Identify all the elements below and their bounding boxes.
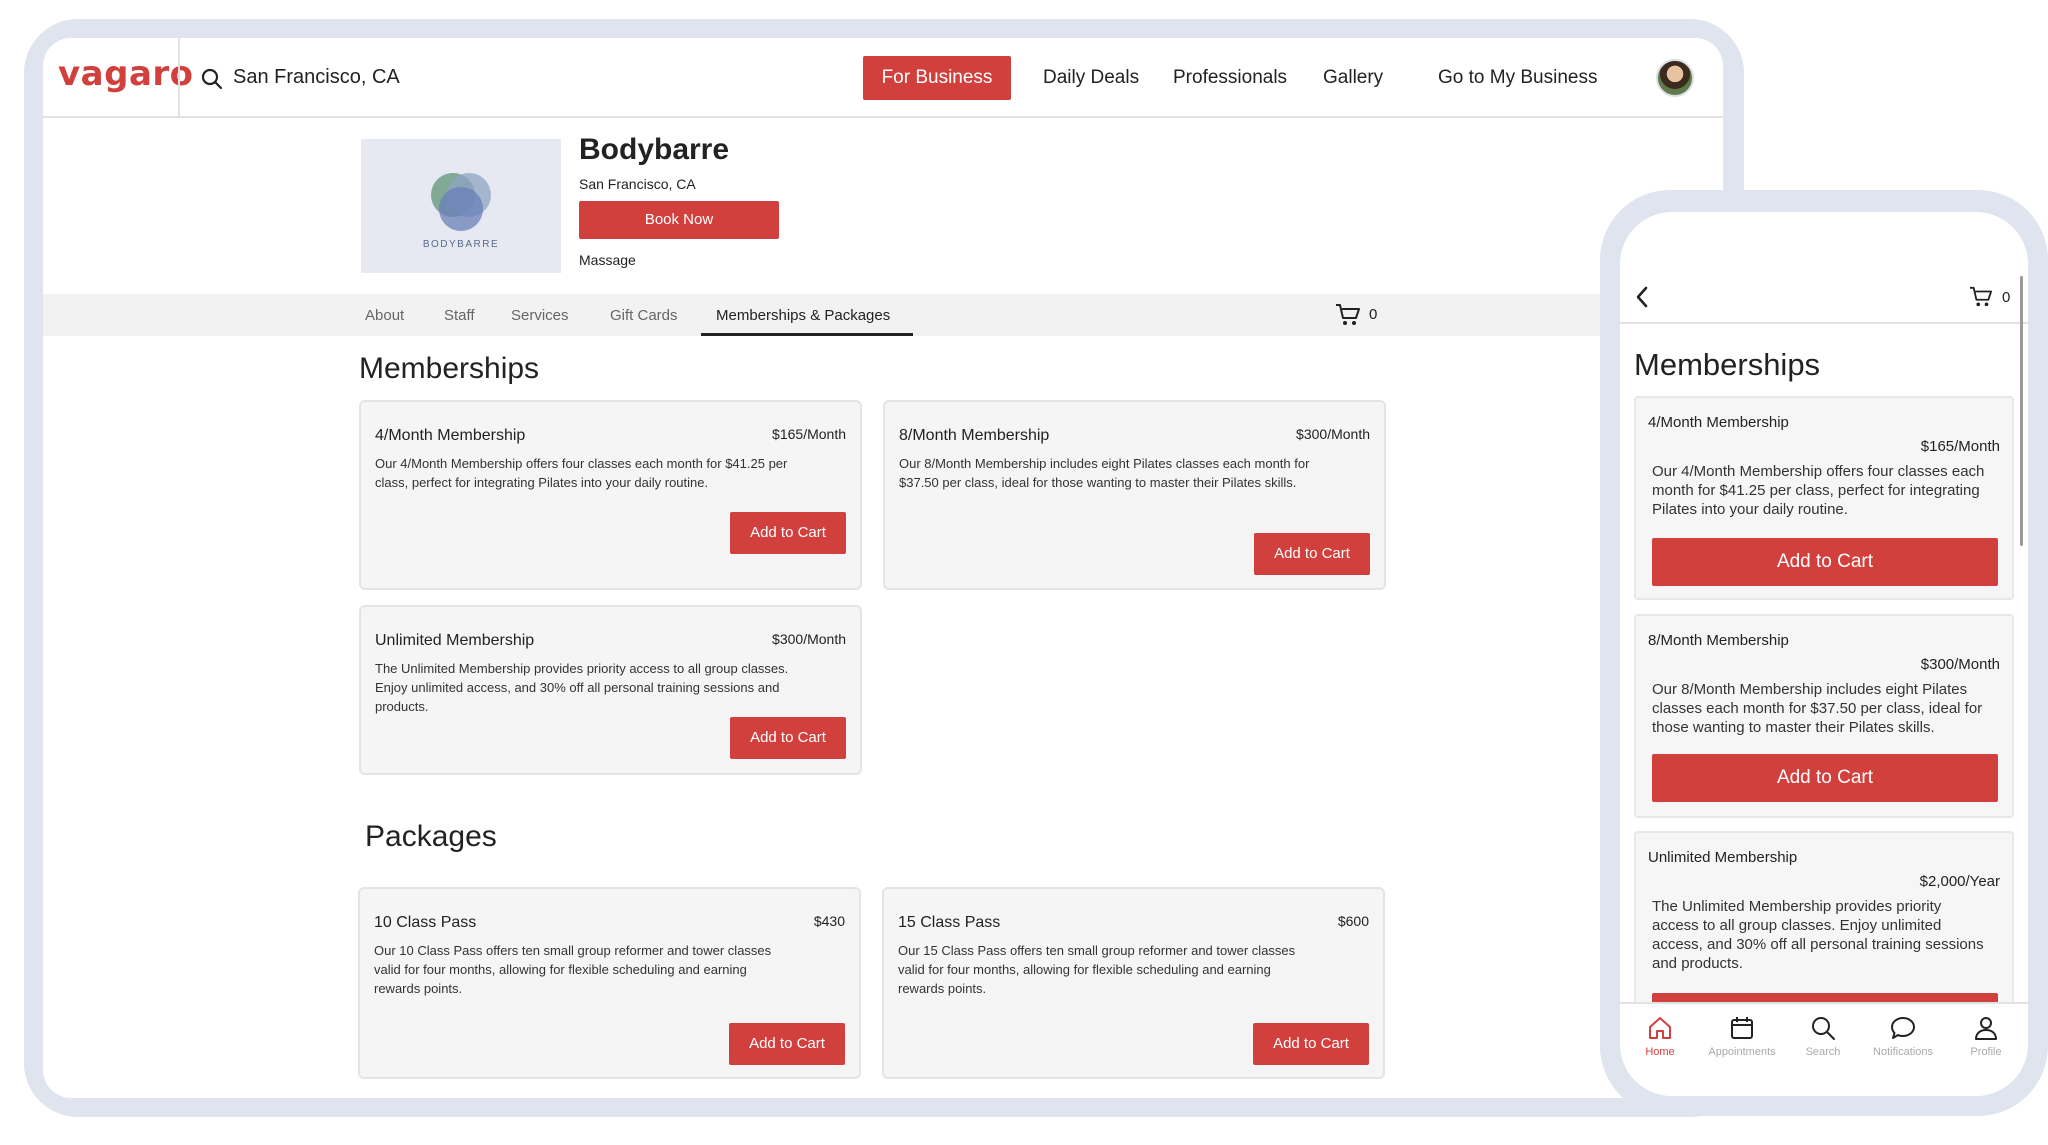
- packages-heading: Packages: [365, 820, 497, 853]
- add-to-cart-button[interactable]: Add to Cart: [1652, 754, 1998, 802]
- card-title: Unlimited Membership: [1648, 849, 1798, 866]
- tab-label: Appointments: [1708, 1046, 1776, 1058]
- package-card: 10 Class Pass $430 Our 10 Class Pass off…: [358, 887, 861, 1079]
- nav-daily-deals[interactable]: Daily Deals: [1043, 67, 1139, 89]
- tab-about[interactable]: About: [365, 307, 404, 324]
- membership-card: 8/Month Membership $300/Month Our 8/Mont…: [883, 400, 1386, 590]
- card-price: $2,000/Year: [1919, 873, 2000, 890]
- business-logo: BODYBARRE: [361, 139, 561, 273]
- book-now-button[interactable]: Book Now: [579, 201, 779, 239]
- bottom-tab-bar: Home Appointments Search Notifications P…: [1620, 1002, 2028, 1096]
- package-card: 15 Class Pass $600 Our 15 Class Pass off…: [882, 887, 1385, 1079]
- card-title: 8/Month Membership: [1648, 632, 1789, 649]
- tab-appointments[interactable]: Appointments: [1702, 1014, 1782, 1058]
- add-to-cart-button[interactable]: Add to Cart: [730, 717, 846, 759]
- card-description: Our 15 Class Pass offers ten small group…: [898, 943, 1296, 996]
- card-price: $300/Month: [772, 631, 846, 647]
- tab-memberships-packages[interactable]: Memberships & Packages: [716, 307, 890, 324]
- membership-card: 4/Month Membership $165/Month Our 4/Mont…: [359, 400, 862, 590]
- add-to-cart-button[interactable]: Add to Cart: [1253, 1023, 1369, 1065]
- card-description: Our 4/Month Membership offers four class…: [1652, 463, 1985, 518]
- business-name: Bodybarre: [579, 133, 730, 166]
- tab-profile[interactable]: Profile: [1946, 1014, 2026, 1058]
- business-city: San Francisco, CA: [579, 176, 696, 192]
- add-to-cart-button[interactable]: Add to Cart: [730, 512, 846, 554]
- card-title: 15 Class Pass: [898, 914, 1001, 931]
- add-to-cart-button[interactable]: Add to Cart: [729, 1023, 845, 1065]
- membership-card: Unlimited Membership $300/Month The Unli…: [359, 605, 862, 775]
- search-icon: [1812, 1017, 1835, 1040]
- cart-count: 0: [1369, 306, 1378, 323]
- card-price: $300/Month: [1920, 656, 2000, 673]
- tab-label: Notifications: [1873, 1046, 1933, 1058]
- logo-divider: [178, 38, 180, 118]
- scrollbar[interactable]: [2020, 276, 2023, 546]
- business-tabs: About Staff Services Gift Cards Membersh…: [43, 294, 1723, 336]
- nav-go-to-my-business[interactable]: Go to My Business: [1438, 67, 1597, 89]
- phone-screen: 0 Memberships 4/Month Membership $165/Mo…: [1620, 212, 2028, 1096]
- card-price: $165/Month: [772, 426, 846, 442]
- card-title: 8/Month Membership: [899, 427, 1050, 444]
- bodybarre-logo-mark: [431, 173, 491, 231]
- tab-label: Profile: [1970, 1046, 2002, 1058]
- card-price: $430: [813, 913, 845, 929]
- top-navigation-bar: vagaro San Francisco, CA For Business Da…: [43, 38, 1723, 118]
- card-description: The Unlimited Membership provides priori…: [1652, 898, 1984, 972]
- back-arrow-icon[interactable]: [1634, 285, 1650, 309]
- card-price: $600: [1337, 913, 1369, 929]
- card-title: Unlimited Membership: [375, 632, 535, 649]
- nav-professionals[interactable]: Professionals: [1173, 67, 1287, 89]
- tab-label: Search: [1805, 1046, 1841, 1058]
- card-description: Our 4/Month Membership offers four class…: [375, 456, 788, 490]
- card-title: 4/Month Membership: [1648, 414, 1789, 431]
- vagaro-logo[interactable]: vagaro: [58, 54, 194, 94]
- business-category: Massage: [579, 252, 636, 268]
- tab-services[interactable]: Services: [511, 307, 569, 324]
- cart-count: 0: [2002, 289, 2011, 306]
- tab-label: Home: [1645, 1046, 1675, 1058]
- card-description: The Unlimited Membership provides priori…: [375, 661, 789, 714]
- card-title: 10 Class Pass: [374, 914, 477, 931]
- header-divider: [1620, 322, 2028, 324]
- user-icon: [1975, 1017, 1997, 1040]
- memberships-heading: Memberships: [359, 352, 540, 385]
- membership-card: 8/Month Membership $300/Month Our 8/Mont…: [1634, 614, 2014, 818]
- card-title: 4/Month Membership: [375, 427, 526, 444]
- membership-card: 4/Month Membership $165/Month Our 4/Mont…: [1634, 396, 2014, 600]
- memberships-heading: Memberships: [1634, 347, 1821, 382]
- location-search-input[interactable]: San Francisco, CA: [233, 66, 400, 89]
- nav-gallery[interactable]: Gallery: [1323, 67, 1383, 89]
- calendar-icon: [1731, 1017, 1753, 1039]
- cart-icon[interactable]: [1335, 303, 1361, 327]
- tab-staff[interactable]: Staff: [444, 307, 475, 324]
- card-price: $165/Month: [1920, 438, 2000, 455]
- chat-bubble-icon: [1891, 1017, 1915, 1039]
- tab-gift-cards[interactable]: Gift Cards: [610, 307, 678, 324]
- card-price: $300/Month: [1296, 426, 1370, 442]
- tab-home[interactable]: Home: [1620, 1014, 1700, 1058]
- add-to-cart-button[interactable]: Add to Cart: [1652, 538, 1998, 586]
- home-icon: [1649, 1017, 1671, 1039]
- active-tab-indicator: [701, 333, 913, 336]
- tab-notifications[interactable]: Notifications: [1863, 1014, 1943, 1058]
- add-to-cart-button[interactable]: Add to Cart: [1254, 533, 1370, 575]
- business-logo-text: BODYBARRE: [422, 239, 500, 250]
- card-description: Our 8/Month Membership includes eight Pi…: [1652, 681, 1983, 736]
- search-icon[interactable]: [200, 67, 224, 91]
- tab-search[interactable]: Search: [1783, 1014, 1863, 1058]
- avatar[interactable]: [1656, 59, 1694, 97]
- cart-icon[interactable]: [1968, 286, 1994, 308]
- desktop-screen: vagaro San Francisco, CA For Business Da…: [43, 38, 1723, 1098]
- for-business-button[interactable]: For Business: [863, 56, 1011, 100]
- card-description: Our 10 Class Pass offers ten small group…: [374, 943, 772, 996]
- card-description: Our 8/Month Membership includes eight Pi…: [899, 456, 1310, 490]
